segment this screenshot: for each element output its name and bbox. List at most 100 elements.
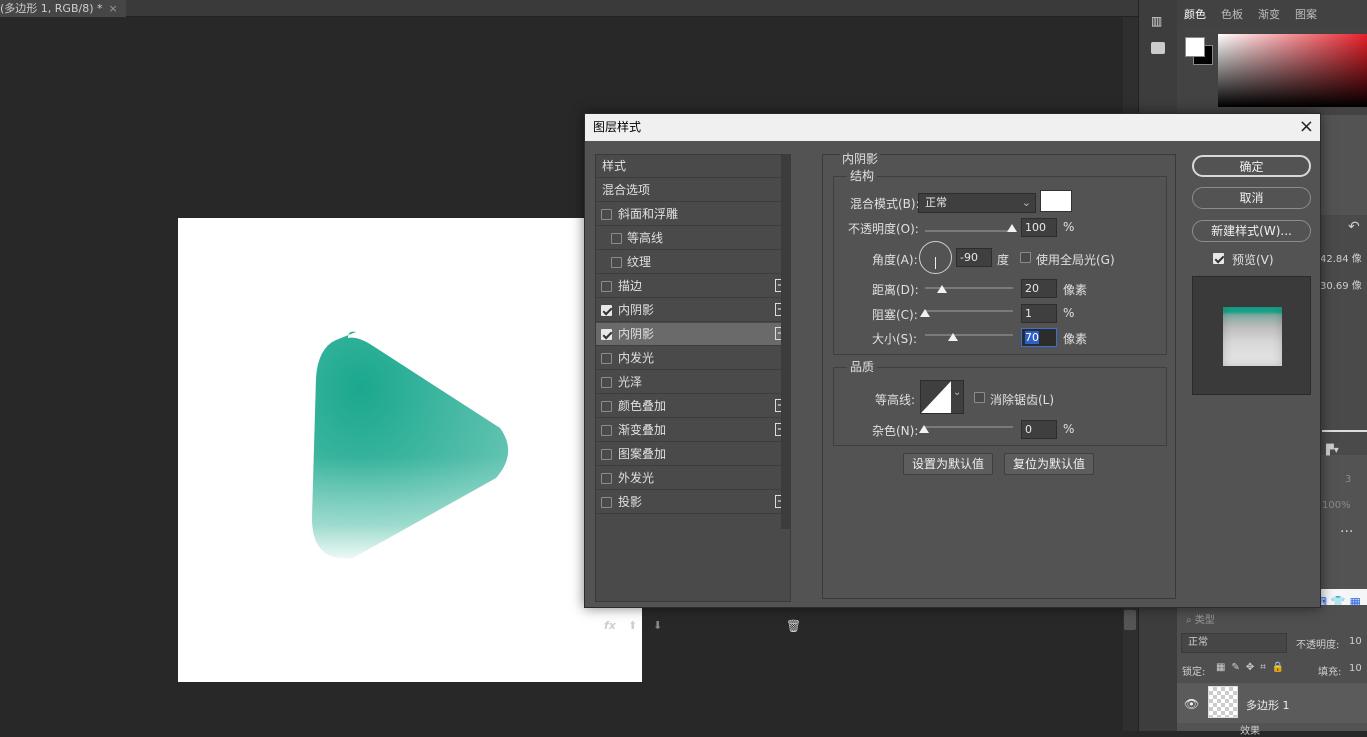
list-item-texture[interactable]: 纹理 — [596, 251, 790, 274]
list-item-inner-shadow-1[interactable]: 内阴影+ — [596, 299, 790, 322]
document-tab[interactable]: (多边形 1, RGB/8) * × — [0, 0, 126, 17]
noise-slider-thumb[interactable] — [919, 425, 929, 433]
angle-field[interactable]: -90 — [956, 248, 992, 267]
checkbox[interactable] — [601, 497, 612, 508]
list-item-outer-glow[interactable]: 外发光 — [596, 467, 790, 490]
list-item-stroke[interactable]: 描边+ — [596, 275, 790, 298]
choke-field[interactable]: 1 — [1021, 304, 1057, 323]
fill-value[interactable]: 10 — [1349, 663, 1362, 674]
height-value[interactable]: 30.69 像 — [1320, 277, 1362, 292]
anti-alias-label[interactable]: 消除锯齿(L) — [990, 391, 1054, 408]
percent-value: 100% — [1322, 500, 1351, 511]
history-icon[interactable]: ▥ — [1151, 14, 1165, 28]
shadow-color-swatch[interactable] — [1040, 190, 1072, 212]
ok-button[interactable]: 确定 — [1192, 155, 1311, 177]
trash-icon[interactable]: 🗑 — [786, 619, 801, 633]
size-field[interactable]: 70 — [1021, 328, 1057, 347]
contour-picker[interactable]: ⌄ — [920, 380, 964, 414]
checkbox[interactable] — [611, 257, 622, 268]
structure-title: 结构 — [847, 167, 878, 184]
size-slider[interactable] — [925, 334, 1013, 336]
list-item-satin[interactable]: 光泽 — [596, 371, 790, 394]
cancel-button[interactable]: 取消 — [1192, 187, 1311, 209]
blend-mode-select[interactable]: 正常 — [1181, 633, 1287, 653]
list-item-pattern-overlay[interactable]: 图案叠加 — [596, 443, 790, 466]
checkbox[interactable] — [601, 209, 612, 220]
set-default-button[interactable]: 设置为默认值 — [903, 453, 993, 475]
reset-icon[interactable]: ↶ — [1348, 219, 1360, 235]
more-icon[interactable]: ··· — [1340, 524, 1353, 540]
checkbox[interactable] — [601, 329, 612, 340]
list-item-gradient-overlay[interactable]: 渐变叠加+ — [596, 419, 790, 442]
tab-patterns[interactable]: 图案 — [1295, 6, 1317, 22]
move-down-icon[interactable]: ⬇ — [653, 619, 662, 632]
width-value[interactable]: 42.84 像 — [1320, 250, 1362, 265]
checkbox[interactable] — [601, 401, 612, 412]
opacity-field[interactable]: 100 — [1021, 218, 1057, 237]
noise-unit: % — [1063, 422, 1075, 436]
preview-swatch — [1223, 307, 1282, 366]
layer-name[interactable]: 多边形 1 — [1246, 697, 1290, 713]
move-up-icon[interactable]: ⬆ — [628, 619, 637, 632]
foreground-color-swatch[interactable] — [1185, 37, 1205, 57]
fx-icon[interactable]: fx — [604, 619, 616, 632]
layer-opacity-value[interactable]: 10 — [1349, 636, 1362, 647]
tab-swatches[interactable]: 色板 — [1221, 6, 1243, 22]
opacity-slider-thumb[interactable] — [1007, 224, 1017, 232]
angle-dial[interactable] — [919, 241, 952, 274]
list-item-color-overlay[interactable]: 颜色叠加+ — [596, 395, 790, 418]
close-icon[interactable]: × — [109, 2, 118, 15]
choke-slider[interactable] — [925, 310, 1013, 312]
distance-field[interactable]: 20 — [1021, 279, 1057, 298]
layer-effects-label[interactable]: 效果 — [1240, 722, 1260, 737]
checkbox[interactable] — [601, 425, 612, 436]
new-style-button[interactable]: 新建样式(W)... — [1192, 220, 1311, 242]
list-item-styles[interactable]: 样式 — [596, 155, 790, 178]
color-picker-field[interactable] — [1218, 34, 1367, 107]
checkbox[interactable] — [601, 449, 612, 460]
checkbox[interactable] — [601, 281, 612, 292]
choke-slider-thumb[interactable] — [920, 309, 930, 317]
search-icon: ⌕ — [1186, 615, 1195, 626]
size-slider-thumb[interactable] — [948, 333, 958, 341]
chevron-down-icon: ⌄ — [953, 387, 962, 398]
global-light-checkbox[interactable] — [1020, 252, 1031, 263]
list-item-inner-glow[interactable]: 内发光 — [596, 347, 790, 370]
lock-icons[interactable]: ▦✎✥⌗🔒 — [1216, 662, 1290, 673]
lock-label: 锁定: — [1182, 667, 1206, 678]
distance-slider-thumb[interactable] — [937, 285, 947, 293]
list-scrollbar[interactable] — [781, 154, 790, 529]
noise-label: 杂色(N): — [872, 424, 919, 438]
align-icon[interactable]: ▛▾ — [1326, 445, 1339, 456]
eye-icon[interactable]: 👁 — [1184, 697, 1199, 711]
list-item-drop-shadow[interactable]: 投影+ — [596, 491, 790, 514]
blend-mode-select[interactable]: 正常 ⌄ — [918, 193, 1036, 213]
layer-filter-search[interactable]: ⌕ 类型 — [1186, 611, 1215, 626]
list-item-blending-options[interactable]: 混合选项 — [596, 179, 790, 202]
checkbox[interactable] — [601, 377, 612, 388]
tab-gradients[interactable]: 渐变 — [1258, 6, 1280, 22]
preview-label[interactable]: 预览(V) — [1232, 251, 1274, 268]
checkbox[interactable] — [601, 473, 612, 484]
dialog-title-bar[interactable]: 图层样式 × — [585, 114, 1320, 141]
noise-slider[interactable] — [925, 426, 1013, 428]
scroll-thumb[interactable] — [1124, 610, 1136, 630]
global-light-label[interactable]: 使用全局光(G) — [1036, 251, 1115, 268]
document-canvas[interactable] — [178, 218, 642, 682]
preview-checkbox[interactable] — [1213, 253, 1224, 264]
noise-field[interactable]: 0 — [1021, 420, 1057, 439]
list-item-contour[interactable]: 等高线 — [596, 227, 790, 250]
comment-icon[interactable] — [1151, 42, 1165, 54]
layer-thumbnail[interactable] — [1208, 686, 1238, 718]
close-icon[interactable]: × — [1299, 116, 1314, 138]
list-item-inner-shadow-2[interactable]: 内阴影+ — [596, 323, 790, 346]
anti-alias-checkbox[interactable] — [974, 392, 985, 403]
chevron-down-icon: ⌄ — [1021, 196, 1031, 209]
reset-default-button[interactable]: 复位为默认值 — [1004, 453, 1094, 475]
tab-color[interactable]: 颜色 — [1184, 6, 1206, 22]
checkbox[interactable] — [601, 353, 612, 364]
list-item-bevel-emboss[interactable]: 斜面和浮雕 — [596, 203, 790, 226]
checkbox[interactable] — [611, 233, 622, 244]
checkbox[interactable] — [601, 305, 612, 316]
opacity-slider[interactable] — [925, 230, 1013, 232]
